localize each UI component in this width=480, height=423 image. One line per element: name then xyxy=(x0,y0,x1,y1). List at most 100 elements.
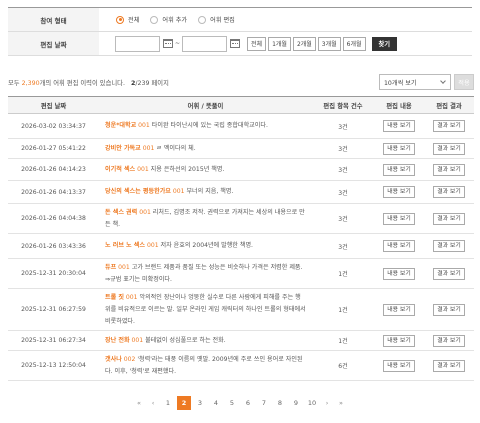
word-link[interactable]: 돈 섹스 권력 xyxy=(105,209,137,216)
row-word-cell: 장난 전화 001 불테없이 성심풀으로 하는 전화. xyxy=(99,331,312,351)
row-result-cell: 결과 보기 xyxy=(424,289,474,331)
period-all-button[interactable]: 전체 xyxy=(247,36,267,51)
row-date: 2026-01-26 04:14:23 xyxy=(21,166,86,173)
radio-add[interactable]: 어휘 추가 xyxy=(150,15,187,24)
view-content-button[interactable]: 내용 보기 xyxy=(383,267,415,280)
word-link[interactable]: 갯사나 xyxy=(105,356,122,363)
radio-add-dot[interactable] xyxy=(150,15,159,24)
calendar-start-icon[interactable] xyxy=(163,39,173,48)
word-definition: 타이완 타이난시에 있는 국립 종합대학교이다. xyxy=(151,122,268,129)
word-link[interactable]: 장난 전화 xyxy=(105,337,130,344)
view-result-button[interactable]: 결과 보기 xyxy=(433,334,465,347)
page-link-3[interactable]: 3 xyxy=(193,396,207,410)
view-result-button[interactable]: 결과 보기 xyxy=(433,240,465,252)
search-button[interactable]: 찾기 xyxy=(371,36,398,51)
row-result-cell: 결과 보기 xyxy=(424,139,474,159)
page-link-5[interactable]: 5 xyxy=(225,396,239,410)
view-content-button[interactable]: 내용 보기 xyxy=(383,240,415,252)
page-link-1[interactable]: 1 xyxy=(161,396,175,410)
row-count: 3건 xyxy=(338,167,348,174)
table-row: 2025-12-31 20:30:04 듀프 001 고가 브랜드 제품과 품질… xyxy=(8,259,474,289)
word-link[interactable]: 노 러브 노 섹스 xyxy=(105,242,145,249)
calendar-end-icon[interactable] xyxy=(230,39,241,48)
view-content-button[interactable]: 내용 보기 xyxy=(383,303,415,316)
radio-add-label[interactable]: 어휘 추가 xyxy=(162,15,187,24)
row-content-cell: 내용 보기 xyxy=(374,204,424,234)
table-row: 2026-01-26 03:43:36 노 러브 노 섹스 001 저자 윤효의… xyxy=(8,234,474,259)
view-content-button[interactable]: 내용 보기 xyxy=(383,334,415,347)
period-6month-button[interactable]: 6개월 xyxy=(342,36,366,51)
word-number: 001 xyxy=(138,122,150,129)
row-result-cell: 결과 보기 xyxy=(424,181,474,204)
prev-page-icon[interactable]: ‹ xyxy=(147,396,159,410)
page-size-value[interactable]: 10개씩 보기 xyxy=(384,78,417,87)
word-number: 001 xyxy=(125,293,138,301)
row-word-cell: 듀프 001 고가 브랜드 제품과 품질 또는 성능은 비슷하나 가격은 저렴한… xyxy=(99,259,312,289)
view-result-button[interactable]: 결과 보기 xyxy=(433,142,465,155)
header-count: 편집 항목 건수 xyxy=(323,102,363,110)
row-date: 2025-12-31 06:27:59 xyxy=(21,306,86,313)
word-link[interactable]: 강비안 가독교 xyxy=(105,145,141,152)
row-result-cell: 결과 보기 xyxy=(424,259,474,289)
radio-edit[interactable]: 어휘 편집 xyxy=(198,15,235,24)
page-link-2-current[interactable]: 2 xyxy=(177,396,191,410)
view-result-button[interactable]: 결과 보기 xyxy=(433,267,465,280)
view-content-button[interactable]: 내용 보기 xyxy=(383,163,415,176)
apply-button[interactable]: 적용 xyxy=(454,74,474,90)
word-number: 001 xyxy=(131,336,144,344)
page-link-8[interactable]: 8 xyxy=(273,396,287,410)
word-link[interactable]: 이기적 섹스 xyxy=(105,166,135,173)
table-row: 2026-01-26 04:13:37 당신의 섹스는 평등한가요 001 부너… xyxy=(8,181,474,204)
row-word-cell: 청운*대학교 001 타이완 타이난시에 있는 국립 종합대학교이다. xyxy=(99,114,312,139)
radio-all-dot[interactable] xyxy=(116,15,124,24)
word-link[interactable]: 트롤 짓 xyxy=(105,294,124,301)
next-page-icon[interactable]: › xyxy=(321,396,333,410)
chevron-down-icon[interactable] xyxy=(440,78,446,84)
row-word-cell: 노 러브 노 섹스 001 저자 윤효의 2004년에 발행한 책명. xyxy=(99,234,312,259)
view-result-button[interactable]: 결과 보기 xyxy=(433,163,465,176)
row-content-cell: 내용 보기 xyxy=(374,234,424,259)
radio-all[interactable]: 전체 xyxy=(116,15,139,24)
page-link-10[interactable]: 10 xyxy=(305,396,319,410)
view-result-button[interactable]: 결과 보기 xyxy=(433,303,465,316)
page-size-select[interactable]: 10개씩 보기 xyxy=(379,74,451,90)
radio-all-label[interactable]: 전체 xyxy=(128,15,139,24)
period-1month-button[interactable]: 1개월 xyxy=(268,36,291,51)
row-content-cell: 내용 보기 xyxy=(374,259,424,289)
word-link[interactable]: 당신의 섹스는 평등한가요 xyxy=(105,188,171,195)
word-link[interactable]: 듀프 xyxy=(105,264,116,271)
date-start-input[interactable] xyxy=(115,35,160,52)
view-content-button[interactable]: 내용 보기 xyxy=(383,120,415,132)
word-link[interactable]: 청운*대학교 xyxy=(105,122,136,129)
row-count: 1건 xyxy=(338,271,348,278)
view-content-button[interactable]: 내용 보기 xyxy=(383,142,415,155)
word-definition: 고가 브랜드 제품과 품질 또는 성능은 비슷하나 가격은 저렴한 제품. ⇒규… xyxy=(105,263,303,283)
period-3month-button[interactable]: 3개월 xyxy=(317,36,341,51)
view-result-button[interactable]: 결과 보기 xyxy=(433,120,465,132)
view-result-button[interactable]: 결과 보기 xyxy=(433,359,465,372)
radio-edit-dot[interactable] xyxy=(198,15,207,24)
table-row: 2026-01-26 04:04:38 돈 섹스 권력 001 리처드, 김명조… xyxy=(8,204,474,234)
page-link-7[interactable]: 7 xyxy=(257,396,271,410)
date-end-input[interactable] xyxy=(182,35,228,52)
view-result-button[interactable]: 결과 보기 xyxy=(433,212,465,225)
row-result-cell: 결과 보기 xyxy=(424,159,474,181)
row-date: 2025-12-13 12:50:04 xyxy=(21,362,86,369)
radio-edit-label[interactable]: 어휘 편집 xyxy=(210,15,235,24)
row-word-cell: 이기적 섹스 001 지용 은하선의 2015년 책명. xyxy=(99,159,312,181)
page-link-4[interactable]: 4 xyxy=(209,396,223,410)
last-page-icon[interactable]: » xyxy=(335,396,347,410)
view-content-button[interactable]: 내용 보기 xyxy=(383,359,415,372)
period-2month-button[interactable]: 2개월 xyxy=(292,36,316,51)
view-result-button[interactable]: 결과 보기 xyxy=(433,186,465,198)
header-date: 편집 날짜 xyxy=(40,102,67,110)
page-link-9[interactable]: 9 xyxy=(289,396,303,410)
date-separator: ~ xyxy=(175,40,181,47)
word-number: 002 xyxy=(123,355,136,363)
view-content-button[interactable]: 내용 보기 xyxy=(383,212,415,225)
table-row: 2026-03-02 03:34:37 청운*대학교 001 타이완 타이난시에… xyxy=(8,114,474,139)
first-page-icon[interactable]: « xyxy=(133,396,145,410)
row-count: 3건 xyxy=(338,146,348,153)
page-link-6[interactable]: 6 xyxy=(241,396,255,410)
view-content-button[interactable]: 내용 보기 xyxy=(383,186,415,198)
